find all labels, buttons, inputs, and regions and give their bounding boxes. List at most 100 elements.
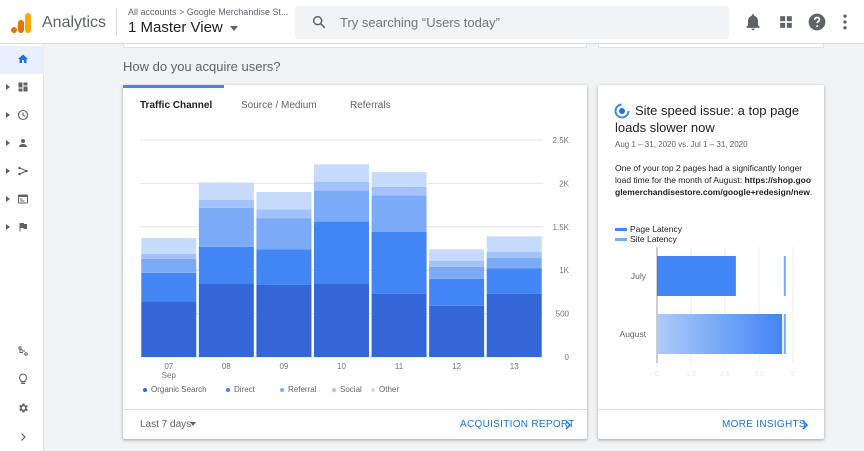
x-tick-label: 3.8 — [754, 371, 764, 378]
bar-segment — [371, 195, 427, 233]
bar-segment — [141, 253, 197, 259]
expand-icon — [21, 433, 26, 441]
bar-segment — [256, 209, 312, 219]
legend-label: Other — [379, 385, 400, 394]
bar-segment — [371, 186, 427, 196]
more-vert-icon[interactable] — [835, 12, 855, 32]
account-breadcrumb[interactable]: All accounts > Google Merchandise St... — [128, 7, 288, 17]
insight-card: Site speed issue: a top page loads slowe… — [598, 85, 824, 439]
legend-swatch — [143, 387, 147, 392]
x-tick-label: 13 — [510, 362, 519, 371]
y-tick-label: 1K — [559, 266, 569, 275]
help-icon[interactable] — [807, 12, 827, 32]
legend-swatch — [371, 387, 375, 392]
x-tick-label: 2.5 — [720, 371, 730, 378]
bar-segment — [486, 293, 542, 357]
acquisition-icon — [18, 166, 28, 176]
apps-grid-icon[interactable] — [776, 12, 796, 32]
bar-segment — [314, 283, 369, 357]
bar-segment — [141, 301, 197, 357]
x-tick-label: 0 — [655, 371, 659, 378]
bar-segment — [198, 246, 254, 284]
bar-segment — [198, 283, 254, 357]
bar-segment — [371, 172, 427, 187]
chevron-down-icon[interactable] — [230, 26, 238, 31]
x-tick-label: 12 — [452, 362, 461, 371]
x-tick-sublabel: Sep — [162, 371, 177, 380]
y-tick-label: 2K — [559, 179, 569, 188]
legend-label: Social — [340, 385, 362, 394]
y-tick-label: 0 — [565, 353, 570, 362]
nav-admin[interactable] — [0, 395, 44, 423]
x-tick-label: 08 — [222, 362, 231, 371]
nav-behavior[interactable] — [0, 186, 44, 214]
nav-customization[interactable] — [0, 74, 44, 102]
bar-segment — [486, 236, 542, 252]
bar-segment — [314, 221, 369, 284]
legend-item[interactable]: Social — [332, 385, 362, 394]
nav-acquisition[interactable] — [0, 158, 44, 186]
bar-segment — [486, 268, 542, 294]
bar-segment — [198, 182, 254, 200]
bar-segment — [429, 260, 485, 267]
date-range-dropdown[interactable]: Last 7 days — [140, 419, 191, 430]
acquisition-report-link[interactable]: ACQUISITION REPORT — [460, 419, 575, 430]
y-tick-label: 500 — [556, 310, 570, 319]
chevron-right-icon[interactable] — [564, 420, 572, 430]
y-category-label: July — [631, 271, 647, 281]
section-title: How do you acquire users? — [123, 59, 281, 74]
nav-home[interactable] — [0, 46, 44, 74]
bar-segment — [429, 305, 485, 357]
chevron-right-icon[interactable] — [801, 420, 809, 430]
bar-segment — [486, 258, 542, 269]
y-tick-label: 1.5K — [553, 223, 570, 232]
analytics-logo-icon[interactable] — [10, 13, 32, 33]
nav-discover[interactable] — [0, 366, 44, 394]
legend-item[interactable]: Other — [371, 385, 399, 394]
person-icon — [19, 139, 27, 147]
divider — [123, 409, 587, 410]
acquisition-card: Traffic Channel Source / Medium Referral… — [123, 85, 587, 439]
x-tick-label: 10 — [337, 362, 346, 371]
gear-icon — [19, 403, 28, 413]
nav-realtime[interactable] — [0, 102, 44, 130]
card-edge-top — [123, 44, 587, 48]
search-bar[interactable]: Try searching “Users today” — [295, 6, 729, 39]
legend-item[interactable]: Referral — [280, 385, 316, 394]
view-selector[interactable]: 1 Master View — [128, 19, 223, 36]
bar-segment — [429, 249, 485, 261]
legend-swatch — [280, 387, 284, 392]
divider — [116, 8, 117, 36]
legend-swatch — [332, 387, 336, 392]
bar-page-latency — [657, 314, 783, 354]
bar-segment — [256, 249, 312, 285]
nav-attribution[interactable] — [0, 338, 44, 366]
bar-segment — [141, 238, 197, 254]
y-tick-label: 2.5K — [553, 136, 570, 145]
bar-segment — [256, 284, 312, 357]
bar-segment — [371, 293, 427, 357]
bar-segment — [141, 272, 197, 302]
bell-icon[interactable] — [743, 12, 763, 32]
bar-segment — [256, 218, 312, 250]
bar-segment — [486, 251, 542, 259]
bar-segment — [429, 278, 485, 306]
nav-conversions[interactable] — [0, 214, 44, 242]
y-category-label: August — [620, 329, 647, 339]
legend-label: Referral — [288, 385, 317, 394]
legend-item[interactable]: Organic Search — [143, 385, 207, 394]
bar-page-latency — [657, 256, 736, 296]
home-icon — [18, 54, 28, 63]
x-tick-label: 09 — [279, 362, 288, 371]
more-insights-link[interactable]: MORE INSIGHTS — [722, 419, 806, 430]
lightbulb-icon — [18, 373, 28, 384]
search-input[interactable]: Try searching “Users today” — [340, 15, 500, 30]
card-edge-top — [598, 44, 824, 48]
divider — [598, 409, 824, 410]
nav-expand[interactable] — [0, 424, 44, 451]
latency-chart: 0 1.3 2.5 3.8 5 July August — [620, 247, 795, 378]
nav-audience[interactable] — [0, 130, 44, 158]
chevron-down-icon[interactable] — [190, 422, 196, 426]
legend-item[interactable]: Direct — [226, 385, 255, 394]
clock-icon — [17, 109, 29, 121]
